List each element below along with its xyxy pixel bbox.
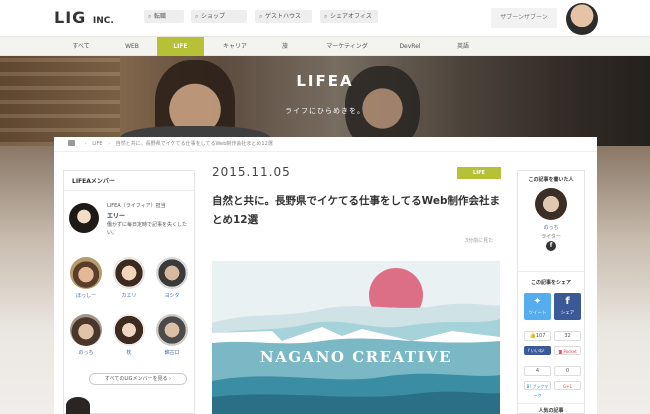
header-link-tenshoku[interactable]: ⌕ 転職 bbox=[144, 10, 184, 23]
author-avatar[interactable] bbox=[535, 188, 567, 220]
search-icon: ⌕ bbox=[259, 13, 263, 20]
member-card[interactable]: カエリ bbox=[112, 257, 146, 299]
article-hero-image: NAGANO CREATIVE bbox=[212, 261, 500, 414]
facebook-share-button[interactable]: f シェア bbox=[554, 293, 581, 320]
header-search-input[interactable]: ザブーンザブーン bbox=[491, 8, 557, 28]
home-icon[interactable] bbox=[68, 140, 75, 146]
hero-title: LIFEA bbox=[296, 72, 354, 90]
member-card[interactable]: ほっしー bbox=[69, 257, 103, 299]
read-time: 3分前に見た bbox=[465, 238, 494, 244]
nav-all[interactable]: すべて bbox=[60, 37, 102, 56]
hatena-count: 4 bbox=[524, 366, 551, 376]
featured-member-avatar[interactable] bbox=[69, 203, 99, 233]
member-card[interactable]: ヨシタ bbox=[155, 257, 189, 299]
tweet-button[interactable]: ✦ ツイート bbox=[524, 293, 551, 320]
chevron-right-icon: › bbox=[108, 141, 111, 147]
nav-marketing[interactable]: マーケティング bbox=[317, 37, 377, 56]
article-date: 2015.11.05 bbox=[212, 165, 291, 179]
search-icon: ⌕ bbox=[148, 13, 152, 20]
category-nav: すべて WEB LIFE キャリア 旅 マーケティング DevRel 英語 bbox=[0, 36, 650, 56]
share-section-title: この記事をシェア bbox=[530, 280, 571, 286]
facebook-icon: f bbox=[565, 296, 570, 307]
nav-devrel[interactable]: DevRel bbox=[392, 37, 428, 56]
chevron-right-icon: › bbox=[84, 141, 87, 147]
header-link-shop[interactable]: ⌕ ショップ bbox=[191, 10, 247, 23]
hero-banner: LIFEA ライフにひらめきを。 bbox=[0, 56, 650, 146]
avatar bbox=[156, 257, 188, 289]
category-badge[interactable]: LIFE bbox=[457, 167, 501, 179]
like-count: 👍107 bbox=[524, 331, 551, 341]
pocket-button[interactable]: ◙ Pocket bbox=[554, 346, 581, 355]
members-title: LIFEAメンバー bbox=[72, 178, 115, 185]
avatar bbox=[70, 314, 102, 346]
logo-text: LIG bbox=[54, 8, 87, 27]
chevron-right-icon: › bbox=[169, 376, 172, 382]
member-card[interactable]: のっち bbox=[69, 314, 103, 356]
lig-logo[interactable]: LIG INC. bbox=[54, 8, 114, 27]
site-header: LIG INC. ⌕ 転職 ⌕ ショップ ⌕ ゲストハウス ⌕ シェアオフィス … bbox=[0, 0, 650, 36]
member-card[interactable]: 錦古口 bbox=[155, 314, 189, 356]
member-card[interactable]: 枕 bbox=[112, 314, 146, 356]
facebook-like-button[interactable]: f いいね！ bbox=[524, 346, 551, 355]
hatena-icon: B! bbox=[526, 384, 532, 389]
header-link-shareoffice[interactable]: ⌕ シェアオフィス bbox=[320, 10, 378, 23]
nav-web[interactable]: WEB bbox=[111, 37, 153, 56]
author-role: ライター bbox=[541, 234, 561, 240]
hero-image-text: NAGANO CREATIVE bbox=[259, 348, 453, 366]
nav-travel[interactable]: 旅 bbox=[270, 37, 300, 56]
featured-member-role: LIFEA（ライフィア）担当 bbox=[107, 203, 166, 209]
pocket-count: 0 bbox=[554, 366, 581, 376]
author-name[interactable]: のっち bbox=[518, 224, 584, 231]
nav-english[interactable]: 英語 bbox=[448, 37, 478, 56]
breadcrumb: › LIFE › 自然と共に。長野県でイケてる仕事をしてるWeb制作会社まとめ1… bbox=[68, 140, 273, 147]
logo-suffix: INC. bbox=[92, 16, 114, 26]
facebook-icon[interactable]: f bbox=[546, 241, 556, 251]
article-title: 自然と共に。長野県でイケてる仕事をしてるWeb制作会社まとめ12選 bbox=[212, 195, 501, 226]
header-link-guesthouse[interactable]: ⌕ ゲストハウス bbox=[255, 10, 312, 23]
twitter-icon: ✦ bbox=[533, 296, 542, 307]
nav-career[interactable]: キャリア bbox=[212, 37, 258, 56]
breadcrumb-life[interactable]: LIFE bbox=[92, 141, 102, 147]
popular-section-title: 人気の記事 bbox=[538, 408, 564, 414]
nagano-landscape-illustration bbox=[212, 261, 500, 414]
featured-member-desc: 働かずに毎日定時で記事を失くしたい。 bbox=[107, 222, 188, 236]
avatar bbox=[113, 257, 145, 289]
avatar bbox=[113, 314, 145, 346]
avatar bbox=[70, 257, 102, 289]
author-section-title: この記事を書いた人 bbox=[528, 177, 574, 183]
avatar bbox=[156, 314, 188, 346]
nav-life[interactable]: LIFE bbox=[157, 37, 204, 56]
author-share-sidebar: この記事を書いた人 のっち ライター f この記事をシェア ✦ ツイート f シ… bbox=[517, 170, 585, 414]
featured-member-name[interactable]: エリー bbox=[107, 211, 125, 220]
all-members-button[interactable]: すべてのLIGメンバーを見る › bbox=[89, 373, 187, 385]
user-avatar[interactable] bbox=[566, 3, 598, 35]
avatar[interactable] bbox=[66, 397, 90, 414]
search-icon: ⌕ bbox=[324, 13, 328, 20]
share-count: 32 bbox=[554, 331, 581, 341]
hatena-bookmark-button[interactable]: B! ブックマーク bbox=[524, 381, 551, 398]
hero-subtitle: ライフにひらめきを。 bbox=[285, 107, 365, 115]
google-plus-button[interactable]: G+1 bbox=[554, 381, 581, 390]
pocket-icon: ◙ bbox=[558, 349, 563, 354]
search-icon: ⌕ bbox=[195, 13, 199, 20]
facebook-icon: f bbox=[528, 348, 530, 353]
breadcrumb-current: 自然と共に。長野県でイケてる仕事をしてるWeb制作会社まとめ12選 bbox=[115, 141, 273, 147]
